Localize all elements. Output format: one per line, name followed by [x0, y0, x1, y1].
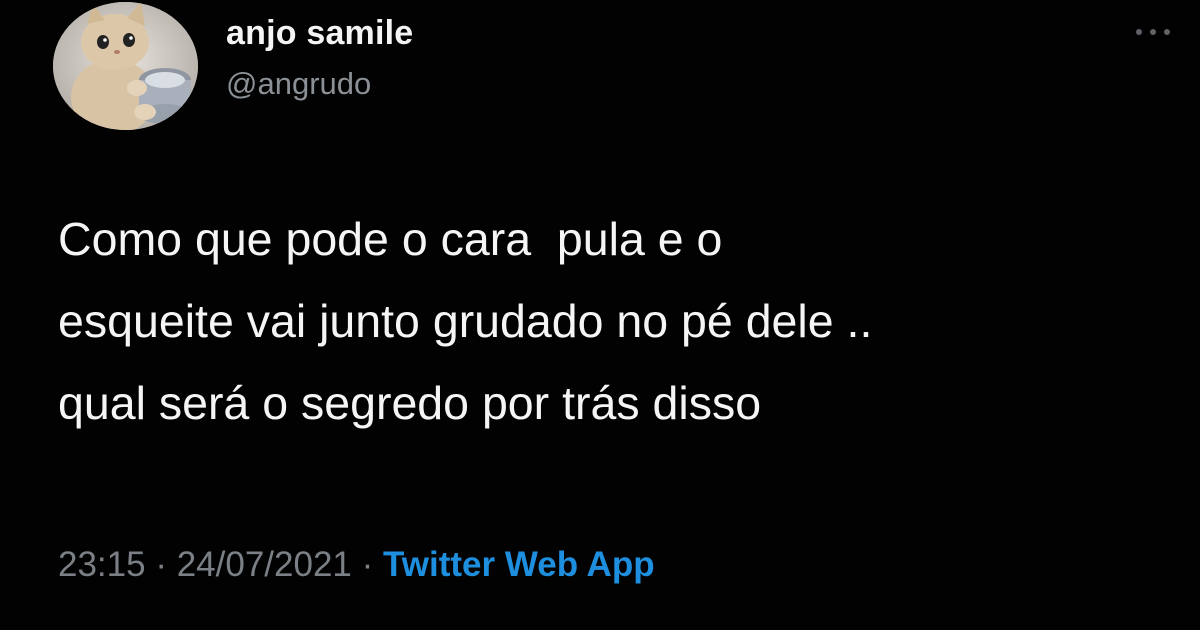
more-options-icon — [1136, 29, 1170, 35]
tweet-card: anjo samile @angrudo Como que pode o car… — [0, 0, 1200, 630]
tweet-text-line: esqueite vai junto grudado no pé dele .. — [58, 295, 873, 347]
kitten-avatar-image — [53, 2, 198, 130]
tweet-time[interactable]: 23:15 — [58, 545, 146, 584]
more-options-button[interactable] — [1118, 12, 1188, 52]
separator-dot: · — [361, 545, 374, 584]
avatar[interactable] — [53, 2, 198, 130]
tweet-source-link[interactable]: Twitter Web App — [383, 545, 655, 584]
user-handle[interactable]: @angrudo — [226, 66, 371, 102]
tweet-metadata: 23:15 · 24/07/2021 · Twitter Web App — [58, 545, 655, 585]
tweet-text-line: qual será o segredo por trás disso — [58, 377, 762, 429]
separator-dot: · — [155, 545, 167, 584]
tweet-text: Como que pode o cara pula e o esqueite va… — [58, 198, 1188, 444]
tweet-date[interactable]: 24/07/2021 — [177, 545, 352, 584]
tweet-text-line: Como que pode o cara pula e o — [58, 213, 723, 265]
user-display-name[interactable]: anjo samile — [226, 14, 413, 53]
